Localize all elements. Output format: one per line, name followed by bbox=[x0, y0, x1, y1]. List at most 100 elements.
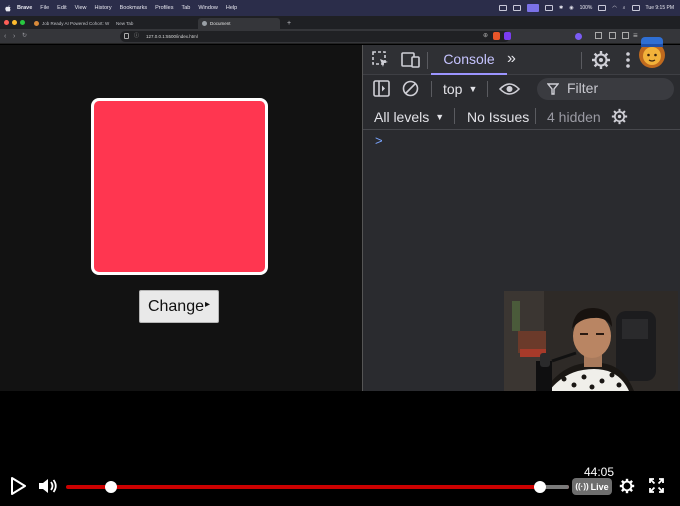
volume-slider-handle[interactable] bbox=[105, 481, 117, 493]
clear-console-icon[interactable] bbox=[402, 80, 419, 97]
volume-icon[interactable] bbox=[38, 478, 58, 494]
tab-label: Document bbox=[210, 21, 231, 26]
wallet-icon[interactable] bbox=[609, 32, 616, 39]
context-selector[interactable]: top ▼ bbox=[443, 79, 477, 99]
toolbar-separator bbox=[535, 108, 536, 124]
close-window-button[interactable] bbox=[4, 20, 9, 25]
menu-tab[interactable]: Tab bbox=[181, 5, 190, 11]
menu-app-name[interactable]: Brave bbox=[17, 5, 32, 11]
browser-tab-strip: Job Ready AI Powered Cohort: W New Tab D… bbox=[0, 16, 680, 29]
playback-time: 44:05 bbox=[584, 465, 615, 479]
battery-percentage: 100% bbox=[579, 5, 593, 11]
menu-history[interactable]: History bbox=[94, 5, 111, 11]
apple-icon[interactable] bbox=[5, 4, 11, 12]
more-tabs-icon[interactable]: » bbox=[507, 50, 516, 68]
filter-input[interactable]: Filter bbox=[537, 78, 674, 100]
menu-view[interactable]: View bbox=[75, 5, 87, 11]
menu-profiles[interactable]: Profiles bbox=[155, 5, 173, 11]
settings-gear-icon[interactable] bbox=[591, 50, 611, 70]
tab-new-tab[interactable]: New Tab bbox=[112, 18, 196, 29]
plus-icon: + bbox=[287, 20, 292, 27]
globe-icon bbox=[202, 21, 207, 26]
sidebar-icon[interactable] bbox=[595, 32, 602, 39]
seek-bar[interactable] bbox=[66, 485, 569, 489]
tab-job-ready[interactable]: Job Ready AI Powered Cohort: W bbox=[30, 18, 110, 29]
browser-toolbar: ‹ › ↻ ⓘ 127.0.0.1:5500/index.html ⊕ ⇪ ≡ bbox=[0, 29, 680, 44]
chevron-down-icon: ▼ bbox=[468, 84, 478, 94]
kebab-menu-icon[interactable] bbox=[625, 51, 631, 69]
new-tab-button[interactable]: + bbox=[283, 18, 293, 29]
search-icon[interactable]: ⌕ bbox=[623, 5, 626, 11]
forward-button[interactable]: › bbox=[13, 32, 15, 41]
bookmark-icon[interactable] bbox=[124, 33, 129, 39]
address-bar[interactable]: ⓘ 127.0.0.1:5500/index.html ⊕ ⇪ bbox=[120, 31, 510, 42]
console-status-bar: All levels ▼ No Issues 4 hidden bbox=[363, 103, 680, 130]
console-toolbar: top ▼ Filter bbox=[363, 75, 680, 103]
wifi-icon[interactable]: ◠ bbox=[612, 5, 616, 11]
display-icon[interactable] bbox=[512, 5, 521, 11]
fullscreen-icon[interactable] bbox=[649, 478, 664, 493]
tab-favicon bbox=[34, 21, 39, 26]
brave-shields-icon[interactable] bbox=[493, 32, 500, 40]
maximize-window-button[interactable] bbox=[20, 20, 25, 25]
lion-avatar-icon bbox=[639, 37, 665, 68]
device-toolbar-icon[interactable] bbox=[401, 51, 421, 69]
live-expression-eye-icon[interactable] bbox=[499, 82, 520, 96]
change-button-label: Change bbox=[147, 297, 204, 315]
context-selector-label: top bbox=[443, 81, 463, 97]
zoom-icon[interactable]: ⊕ bbox=[483, 32, 488, 39]
tab-label: Job Ready AI Powered Cohort: W bbox=[42, 21, 110, 26]
tab-document[interactable]: Document bbox=[198, 18, 280, 29]
toolbar-separator bbox=[581, 52, 582, 69]
page-viewport: Change ▸ bbox=[0, 45, 362, 391]
vpn-icon[interactable] bbox=[622, 32, 629, 39]
show-sidebar-icon[interactable] bbox=[373, 80, 390, 97]
menu-bar-clock[interactable]: Tue 9:15 PM bbox=[646, 5, 674, 11]
macos-menu-bar: Brave File Edit View History Bookmarks P… bbox=[0, 0, 680, 16]
live-label: Live bbox=[590, 481, 609, 492]
tab-console[interactable]: Console bbox=[431, 45, 507, 75]
screen-recording-icon[interactable] bbox=[526, 4, 539, 12]
extension-icon[interactable] bbox=[575, 33, 582, 40]
issues-counter[interactable]: No Issues bbox=[467, 109, 529, 125]
tab-console-label: Console bbox=[443, 51, 495, 67]
url-text[interactable]: 127.0.0.1:5500/index.html bbox=[146, 34, 198, 39]
menu-edit[interactable]: Edit bbox=[57, 5, 66, 11]
live-broadcast-icon: ((·)) bbox=[575, 482, 589, 491]
bluetooth-icon[interactable]: ✱ bbox=[559, 5, 563, 11]
filter-funnel-icon bbox=[547, 83, 559, 95]
color-box bbox=[91, 98, 268, 275]
brave-rewards-icon[interactable] bbox=[504, 32, 511, 40]
change-button[interactable]: Change ▸ bbox=[139, 290, 219, 323]
play-icon[interactable] bbox=[10, 477, 26, 495]
chevron-down-icon: ▼ bbox=[435, 112, 445, 122]
console-prompt[interactable]: > bbox=[375, 133, 383, 148]
log-levels-label: All levels bbox=[374, 109, 430, 125]
toolbar-separator bbox=[487, 81, 488, 97]
back-button[interactable]: ‹ bbox=[4, 32, 6, 41]
minimize-window-button[interactable] bbox=[12, 20, 17, 25]
reload-button[interactable]: ↻ bbox=[22, 32, 27, 41]
menu-file[interactable]: File bbox=[40, 5, 49, 11]
filter-placeholder: Filter bbox=[567, 80, 599, 96]
toolbar-separator bbox=[427, 52, 428, 69]
media-icon[interactable]: ◉ bbox=[569, 5, 573, 11]
menu-help[interactable]: Help bbox=[226, 5, 237, 11]
site-info-icon[interactable]: ⓘ bbox=[134, 32, 139, 39]
seek-handle[interactable] bbox=[534, 481, 546, 493]
video-icon[interactable] bbox=[544, 5, 553, 11]
presenter-video-feed bbox=[504, 291, 678, 391]
inspect-element-icon[interactable] bbox=[372, 51, 390, 69]
log-levels-dropdown[interactable]: All levels ▼ bbox=[374, 107, 444, 127]
screen-share-icon[interactable] bbox=[498, 5, 507, 11]
hidden-messages-count: 4 hidden bbox=[547, 109, 601, 125]
menu-bookmarks[interactable]: Bookmarks bbox=[120, 5, 148, 11]
console-settings-gear-icon[interactable] bbox=[611, 108, 628, 125]
screen-recording: Brave File Edit View History Bookmarks P… bbox=[0, 0, 680, 506]
cursor-icon: ▸ bbox=[205, 299, 211, 310]
control-center-icon[interactable] bbox=[631, 5, 640, 11]
live-badge[interactable]: ((·)) Live bbox=[572, 478, 612, 495]
battery-icon[interactable] bbox=[598, 5, 607, 11]
player-settings-icon[interactable] bbox=[619, 478, 635, 494]
menu-window[interactable]: Window bbox=[198, 5, 218, 11]
